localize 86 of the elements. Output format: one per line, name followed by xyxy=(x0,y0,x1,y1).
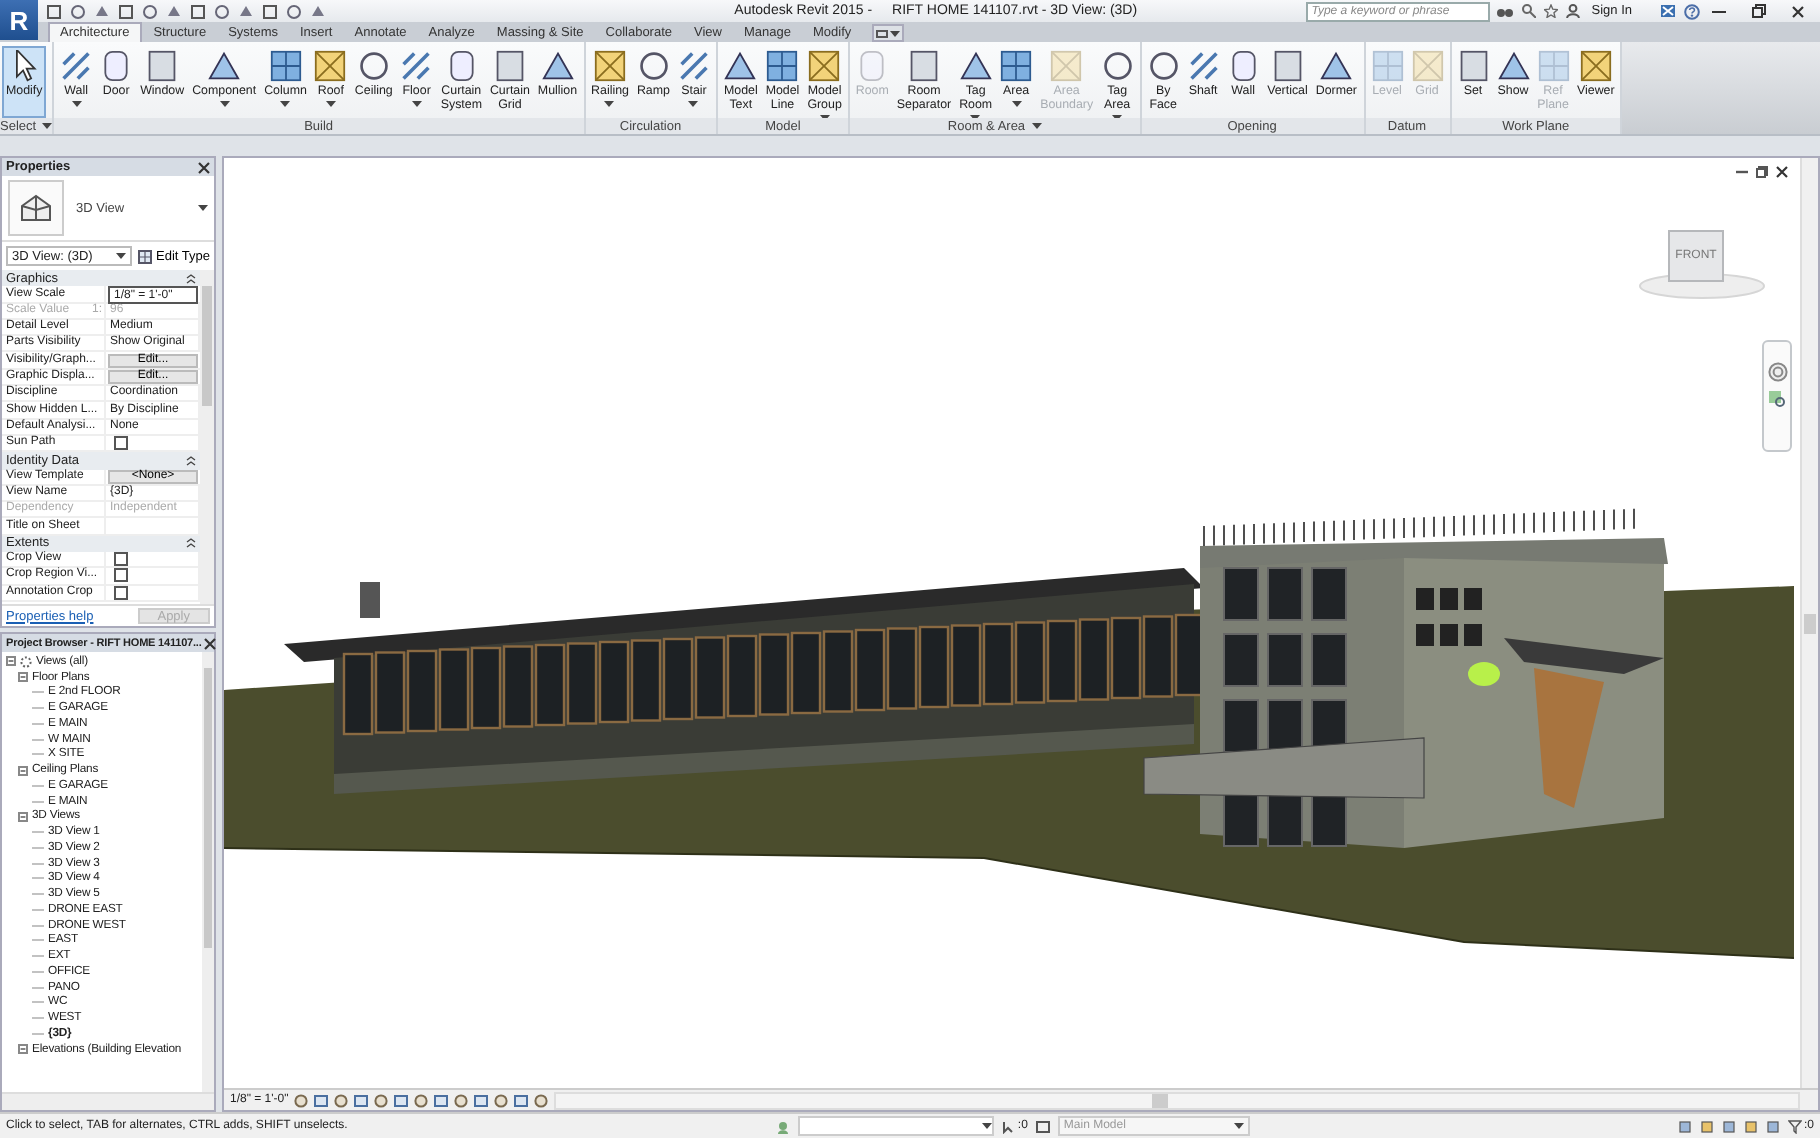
collapse-icon[interactable] xyxy=(18,765,28,776)
tool-icon xyxy=(959,50,992,82)
caret-icon xyxy=(71,100,82,108)
tool-icon xyxy=(724,50,757,82)
caret-icon xyxy=(981,1122,992,1130)
panel-icon xyxy=(875,29,888,37)
caret-icon xyxy=(1233,1122,1244,1130)
user-icon[interactable] xyxy=(1565,4,1580,18)
tool-icon xyxy=(1187,50,1220,82)
tool-icon xyxy=(208,50,241,82)
close-icon[interactable] xyxy=(203,637,216,649)
collapse-icon[interactable] xyxy=(18,672,28,683)
tool-icon xyxy=(637,50,670,82)
views-icon xyxy=(20,655,32,668)
tool-icon xyxy=(314,50,347,82)
caret-icon xyxy=(42,122,53,130)
design-options-icon[interactable] xyxy=(1035,1119,1050,1133)
caret-icon xyxy=(219,100,230,108)
tool-icon xyxy=(541,50,574,82)
steering-wheel-icon[interactable] xyxy=(1767,362,1787,382)
tool-icon xyxy=(766,50,799,82)
tree-line xyxy=(32,795,44,808)
tool-icon xyxy=(1537,50,1569,82)
collapse-icon[interactable] xyxy=(18,811,28,822)
tool-icon xyxy=(1411,50,1443,82)
tool-icon xyxy=(1101,50,1134,82)
house-icon xyxy=(18,192,54,224)
tool-icon xyxy=(856,50,889,82)
tool-icon xyxy=(357,50,390,82)
caret-icon xyxy=(280,100,291,108)
tool-icon xyxy=(146,50,179,82)
tool-icon xyxy=(1227,50,1260,82)
collapse-icon[interactable] xyxy=(186,273,196,284)
exchange-icon[interactable] xyxy=(1660,4,1676,18)
caret-icon xyxy=(688,100,699,108)
selection-icon[interactable] xyxy=(1001,1119,1016,1133)
help-icon[interactable] xyxy=(1684,3,1700,19)
star-icon[interactable] xyxy=(1543,4,1558,18)
tool-icon xyxy=(1000,50,1033,82)
collapse-icon[interactable] xyxy=(6,656,16,667)
tool-icon xyxy=(1371,50,1403,82)
tree-line xyxy=(32,779,44,792)
tool-icon xyxy=(493,50,526,82)
dropdown-arrow-icon[interactable] xyxy=(198,204,208,212)
checkbox[interactable] xyxy=(114,436,128,451)
collapse-icon[interactable] xyxy=(186,538,196,549)
tool-icon xyxy=(1457,50,1489,82)
tab-options-button[interactable] xyxy=(871,24,904,42)
caret-icon xyxy=(1031,122,1042,130)
filter-icon[interactable] xyxy=(1787,1119,1802,1133)
minimize-icon[interactable] xyxy=(1736,166,1748,176)
tool-icon xyxy=(269,50,302,82)
caret-icon xyxy=(1011,100,1022,108)
close-icon[interactable] xyxy=(198,161,210,173)
tool-icon xyxy=(808,50,841,82)
tool-icon xyxy=(1497,50,1529,82)
restore-icon[interactable] xyxy=(1752,4,1766,18)
app-logo[interactable]: R xyxy=(0,0,38,40)
tool-icon xyxy=(1050,50,1083,82)
restore-icon[interactable] xyxy=(1756,166,1768,178)
tool-icon xyxy=(593,50,626,82)
checkbox[interactable] xyxy=(114,552,128,567)
edit-type-icon xyxy=(138,249,153,263)
caret-icon xyxy=(116,252,127,260)
caret-icon xyxy=(325,100,336,108)
caret-icon xyxy=(889,29,900,37)
close-icon[interactable] xyxy=(1792,5,1804,17)
binoculars-icon[interactable] xyxy=(1495,4,1514,18)
collapse-icon[interactable] xyxy=(18,1044,28,1055)
tool-icon xyxy=(400,50,433,82)
caret-icon xyxy=(604,100,615,108)
zoom-icon[interactable] xyxy=(1768,390,1786,408)
collapse-icon[interactable] xyxy=(186,455,196,466)
checkbox[interactable] xyxy=(114,568,128,583)
tool-icon xyxy=(60,50,93,82)
caret-icon xyxy=(411,100,422,108)
tree-line xyxy=(32,686,44,699)
tool-icon xyxy=(1579,50,1612,82)
tool-icon xyxy=(1320,50,1353,82)
tool-icon xyxy=(1147,50,1180,82)
close-icon[interactable] xyxy=(1776,166,1788,178)
tool-icon xyxy=(1271,50,1304,82)
tool-icon xyxy=(907,50,940,82)
tool-icon xyxy=(100,50,133,82)
tool-icon xyxy=(445,50,478,82)
tool-icon xyxy=(677,50,710,82)
